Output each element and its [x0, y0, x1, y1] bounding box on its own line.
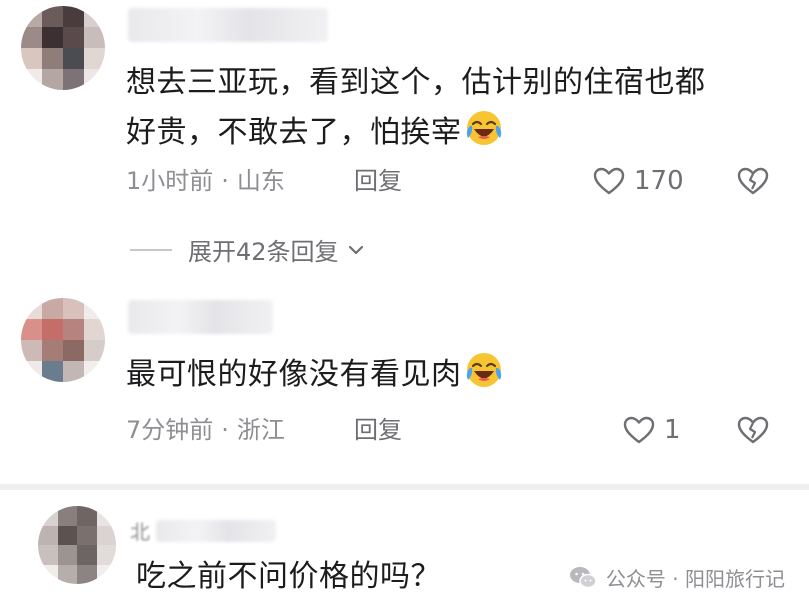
username-blurred[interactable] [128, 8, 328, 42]
heart-icon [593, 167, 625, 195]
comment-time: 7分钟前 [126, 416, 214, 444]
laughing-crying-emoji-icon [466, 111, 501, 145]
comment-thread: 想去三亚玩，看到这个，估计别的住宿也都 好贵，不敢去了，怕挨宰 1小时前 · 山东 … [0, 0, 809, 612]
comment-text: 吃之前不问价格的吗？ [136, 552, 441, 602]
like-button[interactable]: 1 [622, 415, 681, 445]
comment-text: 想去三亚玩，看到这个，估计别的住宿也都 好贵，不敢去了，怕挨宰 [126, 58, 706, 158]
avatar[interactable] [38, 506, 116, 584]
comment-line-text: 最可恨的好像没有看见肉 [126, 357, 462, 392]
like-count: 1 [664, 415, 681, 445]
avatar[interactable] [21, 298, 105, 382]
comment-meta: 1小时前 · 山东 [126, 166, 285, 196]
username-partial[interactable]: 北 [130, 516, 276, 545]
expand-replies-button[interactable]: 展开42条回复 [130, 232, 367, 267]
broken-heart-icon[interactable] [736, 415, 770, 445]
expand-replies-label: 展开42条回复 [188, 238, 339, 266]
username-blurred [156, 519, 276, 542]
like-count: 170 [634, 166, 684, 196]
expand-divider-line [130, 248, 172, 251]
meta-separator: · [221, 167, 229, 195]
comment-line-text: 好贵，不敢去了，怕挨宰 [126, 115, 462, 150]
watermark: 公众号 · 阳阳旅行记 [563, 561, 789, 594]
chevron-down-icon [348, 245, 363, 254]
like-button[interactable]: 170 [592, 166, 684, 196]
reply-button[interactable]: 回复 [354, 166, 402, 196]
heart-icon [623, 416, 655, 444]
broken-heart-icon[interactable] [736, 166, 770, 196]
comment-line: 好贵，不敢去了，怕挨宰 [126, 108, 706, 158]
comment-line: 最可恨的好像没有看见肉 [126, 350, 504, 400]
laughing-crying-emoji-icon [466, 353, 501, 387]
comment-region: 山东 [236, 167, 285, 195]
reply-button[interactable]: 回复 [354, 415, 402, 445]
avatar[interactable] [21, 6, 105, 90]
comment-time: 1小时前 [126, 167, 214, 195]
watermark-text: 公众号 · 阳阳旅行记 [605, 567, 785, 591]
comment-line: 吃之前不问价格的吗？ [136, 559, 441, 594]
meta-separator: · [221, 416, 229, 444]
comment-text: 最可恨的好像没有看见肉 [126, 350, 504, 400]
username-blurred[interactable] [128, 300, 273, 334]
comment-region: 浙江 [236, 416, 285, 444]
username-first-char: 北 [130, 520, 150, 544]
comment-line: 想去三亚玩，看到这个，估计别的住宿也都 [126, 65, 706, 100]
comment-meta: 7分钟前 · 浙江 [126, 415, 285, 445]
wechat-icon [569, 566, 597, 588]
section-divider [0, 484, 809, 490]
